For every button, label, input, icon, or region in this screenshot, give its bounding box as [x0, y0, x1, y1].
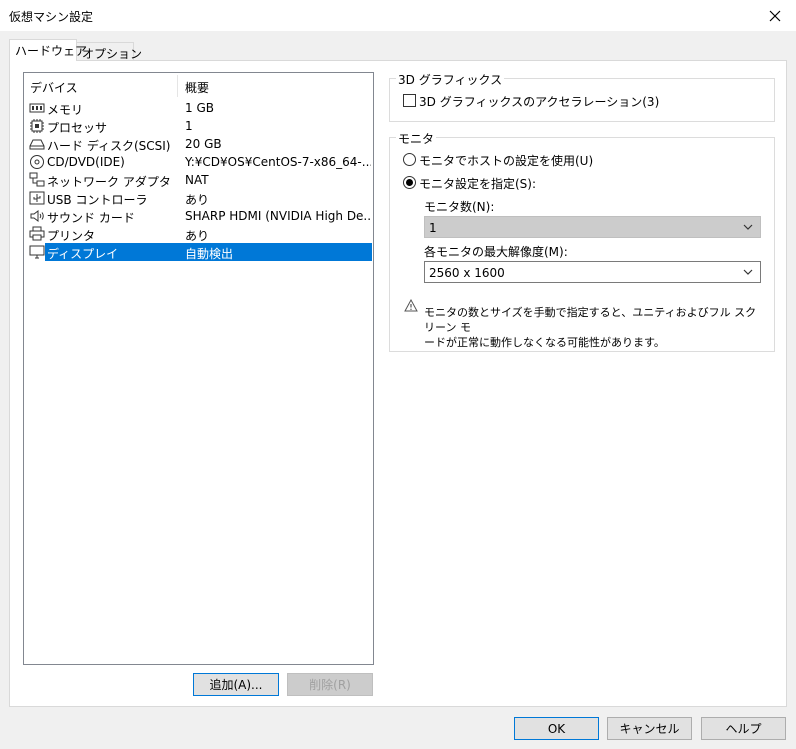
device-summary: あり: [185, 229, 210, 243]
close-button[interactable]: [754, 0, 796, 31]
device-name: CD/DVD(IDE): [47, 155, 125, 169]
column-header-summary[interactable]: 概要: [185, 79, 209, 96]
device-row-hard-disk[interactable]: ハード ディスク(SCSI) 20 GB: [25, 135, 372, 153]
device-summary: 自動検出: [185, 247, 234, 261]
monitor-count-value: 1: [429, 221, 437, 235]
device-row-sound[interactable]: サウンド カード SHARP HDMI (NVIDIA High De...: [25, 207, 372, 225]
cancel-button[interactable]: キャンセル: [607, 717, 692, 740]
graphics-3d-group-label: 3D グラフィックス: [396, 71, 505, 88]
window-title: 仮想マシン設定: [9, 10, 94, 24]
column-header-device[interactable]: デバイス: [30, 79, 78, 96]
warning-icon: [404, 299, 418, 312]
specify-monitor-label[interactable]: モニタ設定を指定(S):: [419, 175, 536, 192]
device-summary: 20 GB: [185, 137, 222, 151]
accel-3d-label[interactable]: 3D グラフィックスのアクセラレーション(3): [419, 93, 659, 110]
specify-monitor-radio[interactable]: [403, 176, 416, 189]
monitor-warning-text: モニタの数とサイズを手動で指定すると、ユニティおよびフル スクリーン モ ードが…: [424, 305, 764, 350]
hardware-panel: デバイス 概要 メモリ 1 GB プロセッサ 1 ハード ディスク(SCSI) …: [9, 60, 787, 707]
monitor-group-label: モニタ: [396, 130, 437, 147]
hard-disk-icon: [29, 139, 45, 150]
use-host-settings-label[interactable]: モニタでホストの設定を使用(U): [419, 152, 593, 169]
printer-icon: [29, 226, 45, 241]
max-resolution-value: 2560 x 1600: [429, 266, 505, 280]
title-bar: 仮想マシン設定: [0, 0, 796, 31]
speaker-icon: [30, 210, 44, 222]
help-button[interactable]: ヘルプ: [701, 717, 786, 740]
cd-dvd-icon: [30, 155, 44, 169]
chevron-down-icon: [743, 224, 753, 230]
column-divider[interactable]: [177, 75, 178, 97]
device-row-network[interactable]: ネットワーク アダプタ NAT: [25, 171, 372, 189]
device-name: メモリ: [47, 103, 84, 117]
device-name: ディスプレイ: [47, 247, 119, 261]
device-name: ハード ディスク(SCSI): [47, 139, 171, 153]
chevron-down-icon: [743, 269, 753, 275]
monitor-count-select[interactable]: 1: [424, 216, 761, 238]
warning-line-2: ードが正常に動作しなくなる可能性があります。: [424, 336, 665, 349]
use-host-settings-radio[interactable]: [403, 153, 416, 166]
device-name: サウンド カード: [47, 211, 135, 225]
graphics-3d-group: 3D グラフィックス 3D グラフィックスのアクセラレーション(3): [389, 71, 775, 122]
device-row-cd-dvd[interactable]: CD/DVD(IDE) Y:¥CD¥OS¥CentOS-7-x86_64-...: [25, 153, 372, 171]
device-summary: Y:¥CD¥OS¥CentOS-7-x86_64-...: [185, 155, 371, 169]
device-row-processor[interactable]: プロセッサ 1: [25, 117, 372, 135]
max-resolution-label: 各モニタの最大解像度(M):: [424, 245, 568, 259]
monitor-group: モニタ モニタでホストの設定を使用(U) モニタ設定を指定(S): モニタ数(N…: [389, 130, 775, 352]
ok-button[interactable]: OK: [514, 717, 599, 740]
monitor-count-label: モニタ数(N):: [424, 200, 495, 214]
device-row-printer[interactable]: プリンタ あり: [25, 225, 372, 243]
device-row-memory[interactable]: メモリ 1 GB: [25, 99, 372, 117]
device-summary: 1: [185, 119, 193, 133]
processor-icon: [30, 119, 44, 133]
monitor-icon: [29, 245, 45, 259]
device-row-usb[interactable]: USB コントローラ あり: [25, 189, 372, 207]
dialog-client: ハードウェア オプション デバイス 概要 メモリ 1 GB プロセッサ 1 ハー…: [0, 31, 796, 749]
remove-device-button[interactable]: 削除(R): [287, 673, 373, 696]
device-row-display[interactable]: ディスプレイ 自動検出: [25, 243, 372, 261]
device-summary: SHARP HDMI (NVIDIA High De...: [185, 209, 371, 223]
device-list-header: デバイス 概要: [24, 73, 373, 97]
close-icon: [769, 10, 781, 21]
warning-line-1: モニタの数とサイズを手動で指定すると、ユニティおよびフル スクリーン モ: [424, 306, 757, 334]
network-icon: [29, 172, 45, 187]
tab-hardware[interactable]: ハードウェア: [9, 39, 87, 61]
device-name: USB コントローラ: [47, 193, 148, 207]
usb-icon: [29, 191, 45, 205]
memory-icon: [29, 103, 45, 113]
device-summary: あり: [185, 193, 210, 207]
add-device-button[interactable]: 追加(A)...: [193, 673, 279, 696]
device-summary: 1 GB: [185, 101, 214, 115]
device-summary: NAT: [185, 173, 209, 187]
device-name: プロセッサ: [47, 121, 108, 135]
accel-3d-checkbox[interactable]: [403, 94, 416, 107]
device-name: プリンタ: [47, 229, 96, 243]
device-name: ネットワーク アダプタ: [47, 175, 171, 189]
device-list[interactable]: デバイス 概要 メモリ 1 GB プロセッサ 1 ハード ディスク(SCSI) …: [23, 72, 374, 665]
max-resolution-select[interactable]: 2560 x 1600: [424, 261, 761, 283]
